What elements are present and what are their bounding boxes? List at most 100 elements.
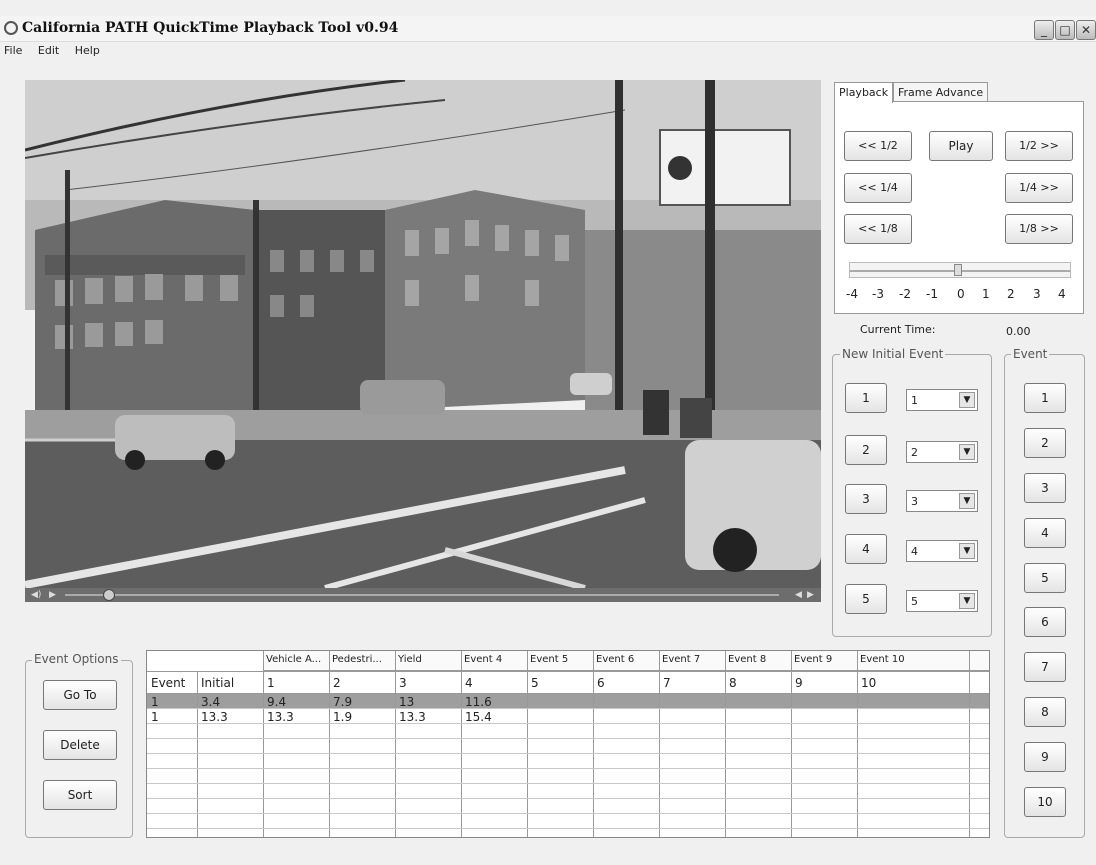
table-column-header[interactable]: Vehicle A... (266, 654, 328, 665)
initial-event-select-1[interactable]: 1 ▼ (906, 389, 978, 411)
initial-event-button-3[interactable]: 3 (845, 484, 887, 514)
scale-label: -2 (899, 287, 911, 301)
initial-event-select-4[interactable]: 4 ▼ (906, 540, 978, 562)
event-group-label: Event (1011, 347, 1050, 361)
chevron-down-icon[interactable]: ▼ (959, 444, 975, 460)
event-button-7[interactable]: 7 (1024, 652, 1066, 682)
table-header-cell: Event (151, 676, 186, 690)
initial-event-button-2[interactable]: 2 (845, 435, 887, 465)
event-button-8[interactable]: 8 (1024, 697, 1066, 727)
scale-label: -3 (872, 287, 884, 301)
fwd-quarter-button[interactable]: 1/4 >> (1005, 173, 1073, 203)
table-column-divider (969, 651, 970, 837)
app-icon (4, 21, 18, 35)
table-header-cell: 3 (399, 676, 407, 690)
table-header-cell: 10 (861, 676, 877, 690)
table-header-cell: Initial (201, 676, 235, 690)
fwd-eighth-button[interactable]: 1/8 >> (1005, 214, 1073, 244)
scale-label: 3 (1033, 287, 1041, 301)
minimize-icon[interactable]: _ (1034, 20, 1054, 40)
table-cell: 3.4 (201, 695, 221, 709)
table-cell: 1 (151, 695, 159, 709)
table-header-cell: 6 (597, 676, 605, 690)
table-column-header[interactable]: Event 5 (530, 654, 592, 665)
close-icon[interactable]: ✕ (1076, 20, 1096, 40)
menu-file[interactable]: File (4, 44, 22, 57)
table-cell: 7.9 (333, 695, 353, 709)
event-button-6[interactable]: 6 (1024, 607, 1066, 637)
volume-icon[interactable]: ◀) (31, 590, 41, 600)
table-column-header[interactable]: Event 6 (596, 654, 658, 665)
initial-event-button-1[interactable]: 1 (845, 383, 887, 413)
initial-event-select-5[interactable]: 5 ▼ (906, 590, 978, 612)
table-column-header[interactable]: Event 7 (662, 654, 724, 665)
event-button-9[interactable]: 9 (1024, 742, 1066, 772)
sort-button[interactable]: Sort (43, 780, 117, 810)
speed-slider-thumb[interactable] (954, 264, 962, 276)
table-row[interactable]: 1 3.4 9.4 7.9 13 11.6 (147, 694, 989, 709)
table-header-cell: 9 (795, 676, 803, 690)
video-frame[interactable] (25, 80, 821, 588)
event-button-4[interactable]: 4 (1024, 518, 1066, 548)
scrubber-track[interactable] (65, 594, 779, 596)
scale-label: 4 (1058, 287, 1066, 301)
table-column-header[interactable]: Event 4 (464, 654, 526, 665)
scrubber-knob[interactable] (103, 589, 115, 601)
table-column-divider (329, 651, 330, 837)
initial-event-select-2[interactable]: 2 ▼ (906, 441, 978, 463)
event-button-2[interactable]: 2 (1024, 428, 1066, 458)
current-time-value: 0.00 (1006, 325, 1031, 338)
menu-help[interactable]: Help (75, 44, 100, 57)
table-row[interactable]: 1 13.3 13.3 1.9 13.3 15.4 (147, 709, 989, 724)
tab-frame-advance[interactable]: Frame Advance (893, 82, 989, 102)
scale-label: 0 (957, 287, 965, 301)
back-quarter-button[interactable]: << 1/4 (844, 173, 912, 203)
table-cell: 13.3 (201, 710, 228, 724)
table-column-header[interactable]: Pedestri... (332, 654, 394, 665)
table-column-divider (395, 651, 396, 837)
table-column-header[interactable]: Yield (398, 654, 460, 665)
initial-event-button-5[interactable]: 5 (845, 584, 887, 614)
table-row-divider (147, 671, 989, 672)
table-cell: 1 (151, 710, 159, 724)
table-row-divider (147, 828, 989, 829)
event-button-1[interactable]: 1 (1024, 383, 1066, 413)
event-button-3[interactable]: 3 (1024, 473, 1066, 503)
menu-edit[interactable]: Edit (38, 44, 59, 57)
window-title: California PATH QuickTime Playback Tool … (22, 20, 399, 36)
table-column-divider (263, 651, 264, 837)
current-time-label: Current Time: (860, 323, 936, 336)
menu-bar: File Edit Help (0, 44, 108, 62)
chevron-down-icon[interactable]: ▼ (959, 392, 975, 408)
table-header-cell: 7 (663, 676, 671, 690)
step-forward-icon[interactable]: ▶ (807, 590, 814, 600)
step-back-icon[interactable]: ◀ (795, 590, 802, 600)
tab-playback[interactable]: Playback (834, 82, 894, 103)
delete-button[interactable]: Delete (43, 730, 117, 760)
table-column-header[interactable]: Event 8 (728, 654, 790, 665)
initial-event-button-4[interactable]: 4 (845, 534, 887, 564)
back-half-button[interactable]: << 1/2 (844, 131, 912, 161)
event-button-10[interactable]: 10 (1024, 787, 1066, 817)
chevron-down-icon[interactable]: ▼ (959, 593, 975, 609)
table-header-cell: 2 (333, 676, 341, 690)
chevron-down-icon[interactable]: ▼ (959, 543, 975, 559)
table-column-header[interactable]: Event 9 (794, 654, 856, 665)
maximize-icon[interactable]: □ (1055, 20, 1075, 40)
chevron-down-icon[interactable]: ▼ (959, 493, 975, 509)
table-cell: 1.9 (333, 710, 353, 724)
go-to-button[interactable]: Go To (43, 680, 117, 710)
event-button-5[interactable]: 5 (1024, 563, 1066, 593)
event-table[interactable]: Vehicle A... Pedestri... Yield Event 4 Event… (146, 650, 990, 838)
table-header-cell: 4 (465, 676, 473, 690)
play-button[interactable]: Play (929, 131, 993, 161)
table-column-header[interactable]: Event 10 (860, 654, 968, 665)
video-scrubber[interactable]: ◀) ▶ ◀ ▶ (25, 588, 821, 602)
scale-label: 1 (982, 287, 990, 301)
table-row-divider (147, 738, 989, 739)
play-icon[interactable]: ▶ (49, 590, 56, 600)
fwd-half-button[interactable]: 1/2 >> (1005, 131, 1073, 161)
back-eighth-button[interactable]: << 1/8 (844, 214, 912, 244)
speed-slider[interactable] (849, 262, 1071, 278)
initial-event-select-3[interactable]: 3 ▼ (906, 490, 978, 512)
